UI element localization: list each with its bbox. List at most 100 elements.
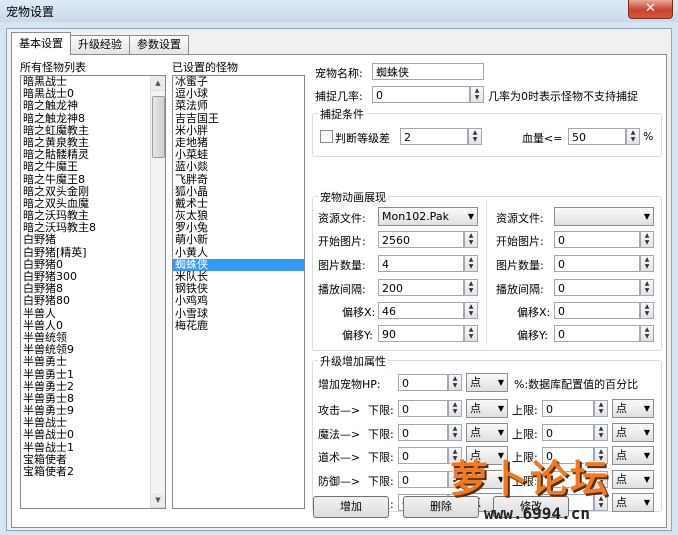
all-monsters-item[interactable]: 暗之牛魔王8 — [21, 173, 165, 186]
set-monsters-item[interactable]: 小雪球 — [173, 307, 304, 320]
chevron-down-icon: ▼ — [643, 404, 650, 413]
res-file-label: 资源文件: — [318, 212, 366, 225]
set-monsters-item[interactable]: 小鸡鸡 — [173, 295, 304, 307]
attr-upper-spinner[interactable]: ▲ ▼ — [594, 400, 608, 417]
all-monsters-item[interactable]: 暗之触龙神 — [21, 100, 165, 112]
start-pic-label-2: 开始图片: — [496, 235, 544, 248]
level-diff-input[interactable]: 2 — [400, 128, 468, 145]
all-monsters-item[interactable]: 半兽人 — [21, 307, 165, 320]
level-check-checkbox[interactable] — [320, 130, 333, 143]
interval-input-2[interactable]: 0 — [554, 279, 640, 296]
attr-lower-input[interactable]: 0 — [398, 400, 448, 417]
offset-y-input[interactable]: 90 — [378, 325, 464, 342]
set-monsters-list[interactable]: 冰蜜子 逗小球 菜法师 吉吉国王 米小胖 走地猪 小菜蛙 蓝小燚 飞胖奇 狐小晶 戴术士 灰太狼 罗小兔… — [172, 75, 305, 509]
all-monsters-item[interactable]: 半兽勇士1 — [21, 368, 165, 381]
all-monsters-item[interactable]: 暗之触龙神8 — [21, 112, 165, 125]
offset-x-spinner[interactable]: ▲ ▼ — [464, 302, 478, 319]
set-monsters-item[interactable]: 吉吉国王 — [173, 112, 304, 125]
attr-lower-label: 下限: — [368, 427, 394, 441]
pet-name-input[interactable]: 蜘蛛侠 — [372, 63, 484, 80]
pic-count-input[interactable]: 4 — [378, 255, 464, 272]
offset-x-label-2: 偏移X: — [517, 306, 551, 319]
res-file-select[interactable]: Mon102.Pak ▼ — [378, 207, 478, 226]
offset-x-input[interactable]: 46 — [378, 302, 464, 319]
watermark-brand: 萝卜论坛 — [450, 457, 611, 501]
attr-upper-input[interactable]: 0 — [542, 400, 594, 417]
catch-rate-spinner[interactable]: ▲ ▼ — [470, 86, 484, 103]
all-monsters-item[interactable]: 白野猪 — [21, 234, 165, 246]
attr-lower-unit-select[interactable]: 点▼ — [466, 422, 508, 442]
attr-upper-unit-select[interactable]: 点 ▼ — [612, 399, 654, 418]
set-monsters-item[interactable]: 飞胖奇 — [173, 173, 304, 186]
all-monsters-item[interactable]: 半兽战士0 — [21, 429, 165, 441]
add-hp-note: %:数据库配置值的百分比 — [514, 378, 639, 391]
start-pic-spinner[interactable]: ▲ ▼ — [464, 231, 478, 248]
hp-spinner[interactable]: ▲ ▼ — [626, 128, 640, 145]
all-monsters-item[interactable]: 半兽勇士 — [21, 356, 165, 368]
all-monsters-scrollbar[interactable]: ▲ ▼ — [150, 76, 165, 508]
pic-count-spinner-2[interactable]: ▲ ▼ — [640, 255, 654, 272]
attr-lower-unit-value: 点 — [470, 402, 481, 415]
attr-upper-spinner[interactable]: ▲ ▼ — [594, 423, 608, 441]
chevron-down-icon: ▼ — [497, 404, 504, 413]
hp-input[interactable]: 50 — [568, 128, 626, 145]
offset-y-input-2[interactable]: 0 — [554, 325, 640, 342]
tab-basic-settings[interactable]: 基本设置 — [11, 32, 71, 55]
set-monsters-item[interactable]: 萌小新 — [173, 234, 304, 246]
hp-label: 血量<= — [522, 132, 563, 145]
offset-y-spinner[interactable]: ▲ ▼ — [464, 325, 478, 342]
close-button[interactable]: ✕ — [628, 0, 673, 19]
attr-name-label: 魔法—> — [318, 427, 361, 441]
set-monsters-item[interactable]: 小黄人 — [173, 246, 304, 259]
attr-lower-spinner[interactable]: ▲▼ — [448, 400, 462, 417]
offset-x-input-2[interactable]: 0 — [554, 302, 640, 319]
attr-upper-label: 上限: — [512, 404, 538, 417]
all-monsters-list[interactable]: 暗黑战士 暗黑战士0 暗之触龙神 暗之触龙神8 暗之虹魔教主 暗之黄泉教主 暗之骷髅精灵 暗之… — [20, 75, 166, 509]
all-monsters-item[interactable]: 宝箱使者2 — [21, 465, 165, 478]
attr-upper-unit-select[interactable]: 点 ▼ — [612, 422, 654, 442]
all-monsters-item[interactable]: 半兽战士1 — [21, 441, 165, 454]
pic-count-input-2[interactable]: 0 — [554, 255, 640, 272]
attr-lower-input[interactable]: 0 — [398, 423, 448, 441]
attr-lower-spinner[interactable]: ▲▼ — [448, 423, 462, 441]
level-diff-spinner[interactable]: ▲ ▼ — [468, 128, 482, 145]
tab-param-settings[interactable]: 参数设置 — [129, 35, 189, 54]
add-hp-input[interactable]: 0 — [398, 374, 448, 391]
scroll-down-icon[interactable]: ▼ — [151, 493, 165, 508]
interval-spinner-2[interactable]: ▲ ▼ — [640, 279, 654, 296]
title-bar: 宠物设置 ✕ — [0, 0, 678, 22]
pic-count-spinner[interactable]: ▲ ▼ — [464, 255, 478, 272]
add-button[interactable]: 增加 — [313, 496, 389, 518]
set-monsters-item[interactable]: 菜法师 — [173, 100, 304, 112]
pic-count-label: 图片数量: — [318, 259, 366, 272]
catch-conditions-title: 捕捉条件 — [318, 106, 366, 122]
scroll-thumb[interactable] — [152, 96, 165, 158]
all-monsters-label: 所有怪物列表 — [20, 61, 86, 74]
attr-upper-unit-value: 点 — [616, 425, 627, 439]
start-pic-input-2[interactable]: 0 — [554, 231, 640, 248]
start-pic-spinner-2[interactable]: ▲ ▼ — [640, 231, 654, 248]
pet-name-label: 宠物名称: — [315, 67, 363, 80]
interval-spinner[interactable]: ▲ ▼ — [464, 279, 478, 296]
add-hp-spinner[interactable]: ▲ ▼ — [448, 374, 462, 391]
start-pic-input[interactable]: 2560 — [378, 231, 464, 248]
tab-upgrade-exp[interactable]: 升级经验 — [70, 35, 130, 54]
attr-upper-input[interactable]: 0 — [542, 423, 594, 441]
set-monsters-item[interactable]: 蓝小燚 — [173, 161, 304, 173]
catch-rate-label: 捕捉几率: — [315, 90, 363, 103]
catch-rate-input[interactable]: 0 — [372, 86, 470, 103]
animation-divider — [486, 199, 487, 345]
scroll-up-icon[interactable]: ▲ — [151, 76, 165, 91]
all-monsters-item[interactable]: 白野猪80 — [21, 295, 165, 307]
set-monsters-item[interactable]: 梅花鹿 — [173, 319, 304, 332]
attr-lower-unit-select[interactable]: 点▼ — [466, 399, 508, 418]
interval-input[interactable]: 200 — [378, 279, 464, 296]
offset-y-spinner-2[interactable]: ▲ ▼ — [640, 325, 654, 342]
add-hp-unit-select[interactable]: 点 ▼ — [466, 373, 508, 392]
all-monsters-item[interactable]: 暗之牛魔王 — [21, 161, 165, 173]
all-monsters-item[interactable]: 白野猪[精英] — [21, 246, 165, 259]
res-file-select-2[interactable]: ▼ — [554, 207, 654, 226]
interval-label-2: 播放间隔: — [496, 283, 544, 296]
attr-lower-unit-value: 点 — [470, 425, 481, 439]
offset-x-spinner-2[interactable]: ▲ ▼ — [640, 302, 654, 319]
